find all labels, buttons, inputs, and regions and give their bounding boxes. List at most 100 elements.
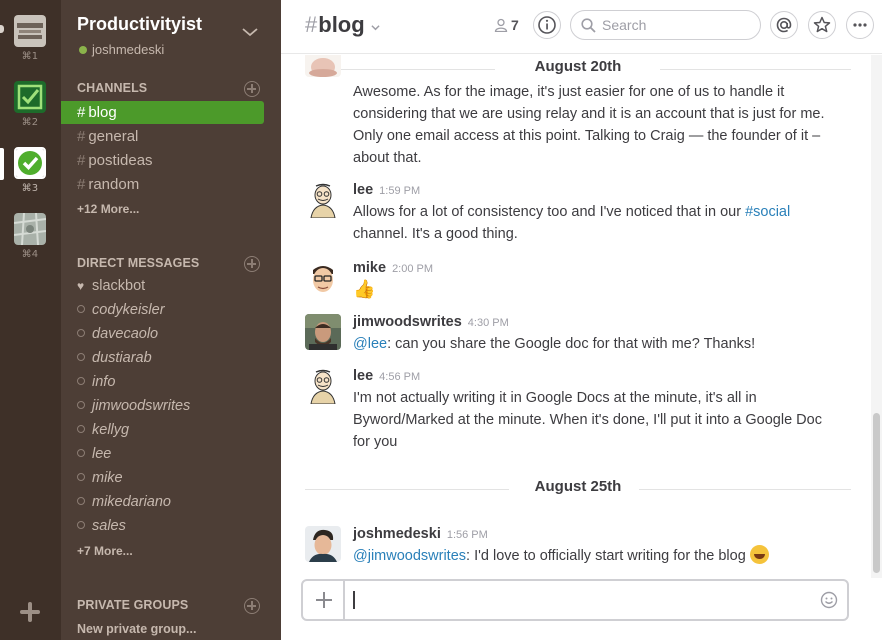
scroll-thumb[interactable]	[873, 413, 880, 573]
hash-icon: #	[77, 152, 86, 169]
dm-item-dustiarab[interactable]: dustiarab	[77, 347, 152, 369]
person-icon	[494, 18, 508, 33]
user-mention[interactable]: @lee	[353, 336, 387, 352]
team-name[interactable]: Productivityist	[77, 14, 202, 35]
dm-item-lee[interactable]: lee	[77, 443, 111, 465]
chevron-down-icon[interactable]	[371, 23, 380, 32]
author-name: jimwoodswrites	[353, 314, 462, 330]
search-input[interactable]: Search	[570, 10, 761, 40]
presence-away-icon	[77, 521, 85, 529]
sidebar-item-postideas[interactable]: # postideas	[61, 149, 264, 172]
message-author[interactable]: mike 2:00 PM	[353, 260, 433, 276]
dm-label: kellyg	[92, 422, 130, 438]
author-name: joshmedeski	[353, 526, 441, 542]
team-item-3[interactable]: ⌘3	[14, 147, 46, 194]
grinning-emoji-icon	[749, 545, 769, 564]
chevron-down-icon[interactable]	[242, 24, 258, 40]
message-text: Byword/Marked at the minute. When it's d…	[353, 412, 822, 428]
team-shortcut: ⌘3	[21, 183, 39, 194]
username: joshmedeski	[92, 42, 165, 57]
team-productivityist-logo-icon	[14, 147, 46, 179]
message-author[interactable]: lee 1:59 PM	[353, 182, 420, 198]
new-private-group-link[interactable]: New private group...	[77, 622, 196, 636]
dm-item-info[interactable]: info	[77, 371, 115, 393]
message-timestamp[interactable]: 4:30 PM	[468, 317, 509, 329]
avatar[interactable]	[305, 526, 341, 562]
channels-heading[interactable]: CHANNELS	[77, 81, 147, 95]
dm-item-davecaolo[interactable]: davecaolo	[77, 323, 158, 345]
avatar[interactable]	[305, 368, 341, 404]
presence-active-icon	[79, 46, 87, 54]
private-groups-heading[interactable]: PRIVATE GROUPS	[77, 598, 188, 612]
team-item-2[interactable]: ⌘2	[14, 81, 46, 128]
dm-more-link[interactable]: +7 More...	[77, 544, 133, 558]
message-list[interactable]: August 20th Awesome. As for the image, i…	[281, 55, 871, 578]
channel-link[interactable]: #social	[745, 204, 790, 220]
sidebar-item-general[interactable]: # general	[61, 125, 264, 148]
message-author[interactable]: jimwoodswrites 4:30 PM	[353, 314, 509, 330]
sidebar-item-random[interactable]: # random	[61, 173, 264, 196]
dm-item-mike[interactable]: mike	[77, 467, 123, 489]
add-channel-icon[interactable]	[244, 81, 260, 97]
dm-label: mikedariano	[92, 494, 171, 510]
dm-label: mike	[92, 470, 123, 486]
dm-label: sales	[92, 518, 126, 534]
message-text-part: : I'd love to officially start writing f…	[466, 548, 746, 564]
message-text: Allows for a lot of consistency too and …	[353, 201, 790, 223]
message-input[interactable]	[351, 586, 811, 614]
message-timestamp[interactable]: 4:56 PM	[379, 371, 420, 383]
avatar[interactable]	[305, 182, 341, 218]
message-timestamp[interactable]: 1:59 PM	[379, 185, 420, 197]
member-count[interactable]: 7	[494, 17, 519, 33]
dm-item-slackbot[interactable]: ♥ slackbot	[77, 275, 145, 297]
team-map-logo-icon	[14, 213, 46, 245]
dm-label: info	[92, 374, 116, 390]
dm-item-sales[interactable]: sales	[77, 515, 126, 537]
message-author[interactable]: lee 4:56 PM	[353, 368, 420, 384]
starred-items-button[interactable]	[808, 11, 836, 39]
team-item-1[interactable]: ⌘1	[14, 15, 46, 62]
add-team-button[interactable]	[18, 600, 42, 624]
presence-away-icon	[77, 329, 85, 337]
message-scrollbar[interactable]	[871, 55, 882, 578]
message-author[interactable]: joshmedeski 1:56 PM	[353, 526, 488, 542]
presence-away-icon	[77, 497, 85, 505]
user-mention[interactable]: @jimwoodswrites	[353, 548, 466, 564]
channel-info-button[interactable]	[533, 11, 561, 39]
avatar[interactable]	[305, 55, 341, 77]
more-options-button[interactable]	[846, 11, 874, 39]
channel-title[interactable]: #blog	[305, 12, 365, 38]
day-text: August 25th	[522, 478, 634, 495]
add-group-icon[interactable]	[244, 598, 260, 614]
avatar[interactable]	[305, 260, 341, 296]
member-count-value: 7	[511, 17, 519, 33]
team-item-4[interactable]: ⌘4	[14, 213, 46, 260]
dm-item-mikedariano[interactable]: mikedariano	[77, 491, 171, 513]
add-dm-icon[interactable]	[244, 256, 260, 272]
channel-label: blog	[88, 104, 117, 121]
author-name: lee	[353, 182, 374, 198]
presence-away-icon	[77, 377, 85, 385]
dm-item-jimwoodswrites[interactable]: jimwoodswrites	[77, 395, 190, 417]
message-timestamp[interactable]: 1:56 PM	[447, 529, 488, 541]
dm-label: codykeisler	[92, 302, 165, 318]
mentions-button[interactable]	[770, 11, 798, 39]
direct-messages-heading[interactable]: DIRECT MESSAGES	[77, 256, 199, 270]
dm-item-codykeisler[interactable]: codykeisler	[77, 299, 165, 321]
upload-plus-button[interactable]	[303, 581, 345, 619]
day-label: August 25th	[305, 478, 851, 495]
presence-away-icon	[77, 473, 85, 481]
dm-item-kellyg[interactable]: kellyg	[77, 419, 129, 441]
current-user[interactable]: joshmedeski	[79, 42, 164, 57]
avatar[interactable]	[305, 314, 341, 350]
star-icon	[813, 16, 831, 33]
dm-label: dustiarab	[92, 350, 152, 366]
search-icon	[581, 18, 596, 33]
channels-more-link[interactable]: +12 More...	[77, 202, 139, 216]
presence-away-icon	[77, 449, 85, 457]
sidebar-item-blog[interactable]: # blog	[61, 101, 264, 124]
message-timestamp[interactable]: 2:00 PM	[392, 263, 433, 275]
unread-indicator	[0, 25, 4, 33]
message-text: @jimwoodswrites: I'd love to officially …	[353, 545, 769, 567]
emoji-picker-icon[interactable]	[820, 591, 838, 609]
